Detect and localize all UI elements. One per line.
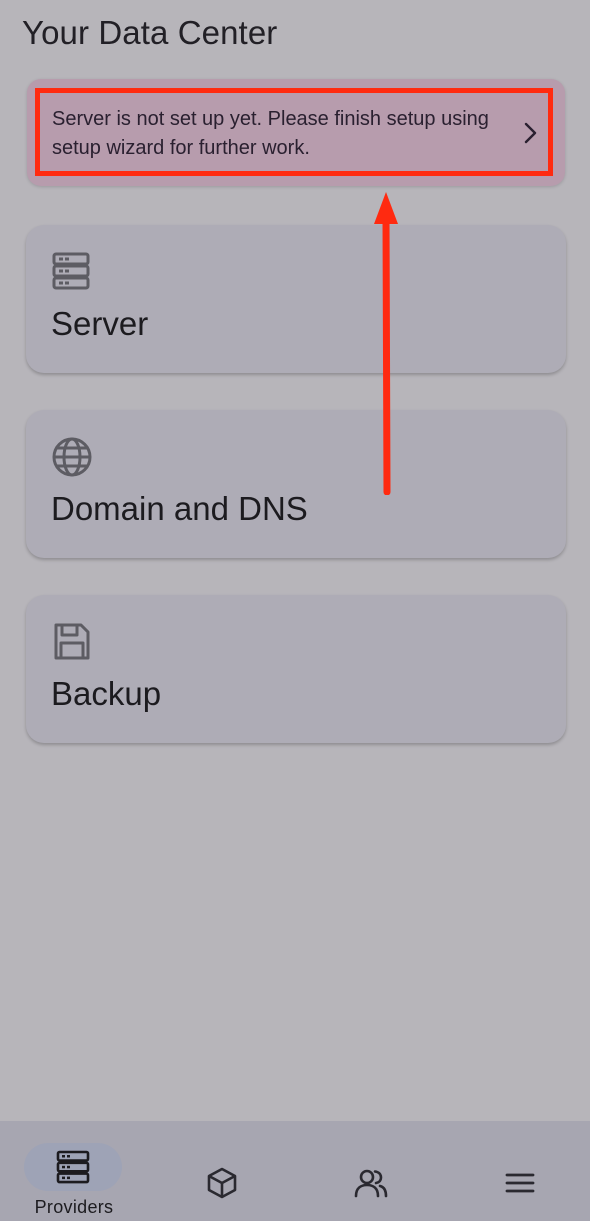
card-label-server: Server [51,305,149,342]
menu-icon [505,1173,535,1193]
banner-message: Server is not set up yet. Please finish … [52,108,489,159]
app-screen: Your Data Center Server is not set up ye… [0,0,590,1221]
save-icon [54,623,90,660]
server-card[interactable]: Server [26,225,566,373]
server-icon [52,252,90,290]
page-title: Your Data Center [22,14,278,51]
card-label-backup: Backup [51,675,162,712]
nav-item-services[interactable] [148,1121,296,1221]
domain-dns-card[interactable]: Domain and DNS [26,410,566,558]
bottom-navigation-bar: Providers [0,1121,590,1221]
backup-card[interactable]: Backup [26,595,566,743]
nav-item-more[interactable] [444,1121,590,1221]
server-icon [56,1150,90,1184]
nav-item-providers[interactable]: Providers [0,1121,148,1221]
nav-label-providers: Providers [34,1197,114,1217]
chevron-right-icon [524,122,537,144]
users-icon [354,1169,388,1198]
card-label-domain: Domain and DNS [51,490,308,527]
nav-item-users[interactable] [296,1121,444,1221]
cube-icon [207,1167,237,1199]
globe-icon [52,437,92,477]
setup-warning-banner[interactable]: Server is not set up yet. Please finish … [27,79,565,186]
